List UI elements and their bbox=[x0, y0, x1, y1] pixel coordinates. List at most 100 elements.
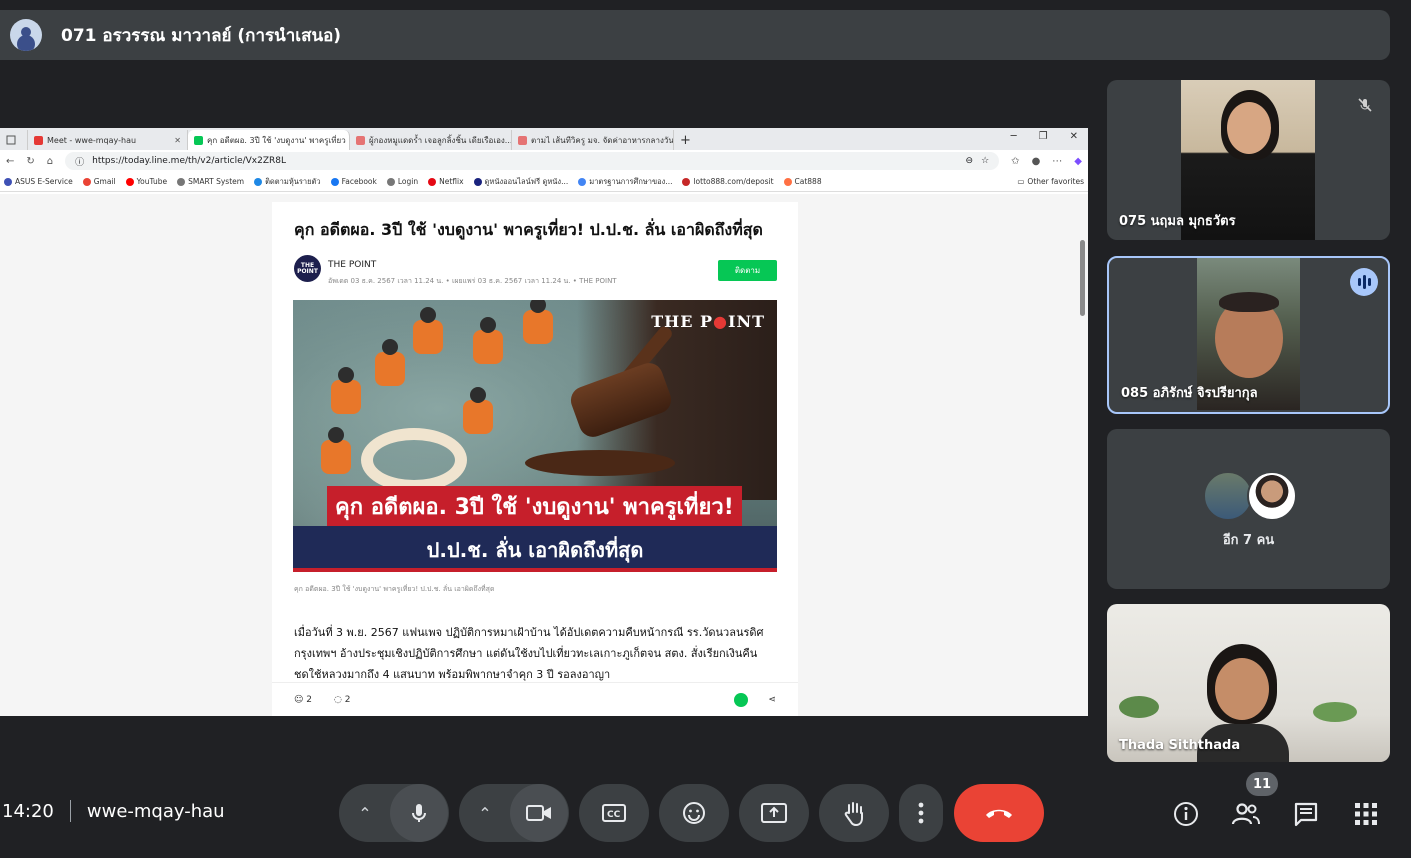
camera-button[interactable] bbox=[510, 784, 568, 842]
image-brand-logo: THE P●INT bbox=[651, 312, 765, 331]
folder-icon: ▭ bbox=[1017, 177, 1025, 186]
new-tab-button[interactable]: + bbox=[674, 130, 704, 150]
tab-article[interactable]: คุก อดีตผอ. 3ปี ใช้ 'งบดูงาน' พาครูเที่ย… bbox=[188, 130, 350, 150]
image-caption: คุก อดีตผอ. 3ปี ใช้ 'งบดูงาน' พาครูเที่ย… bbox=[294, 585, 495, 593]
other-favorites[interactable]: ▭ Other favorites bbox=[1017, 177, 1084, 186]
reaction-button[interactable]: ☺ 2 bbox=[294, 695, 312, 705]
source-name[interactable]: THE POINT bbox=[328, 260, 376, 270]
bookmark-icon bbox=[473, 177, 482, 186]
people-button[interactable] bbox=[1228, 796, 1264, 832]
activities-icon bbox=[1355, 803, 1377, 825]
article-meta: อัพเดต 03 ธ.ค. 2567 เวลา 11.24 น. • เผยแ… bbox=[328, 277, 617, 285]
microphone-button[interactable] bbox=[390, 784, 448, 842]
reload-icon[interactable]: ↻ bbox=[26, 156, 34, 167]
tab-label: ผู้กองหมูแดดร้ำ เจอลูกลิ้งชิ้น เดียเรือเ… bbox=[369, 135, 512, 145]
bookmark-item[interactable]: ASUS E-Service bbox=[4, 177, 73, 186]
meeting-info: 14:20 wwe-mqay-hau bbox=[2, 800, 225, 822]
web-page: คุก อดีตผอ. 3ปี ใช้ 'งบดูงาน' พาครูเที่ย… bbox=[0, 194, 1088, 716]
bookmark-item[interactable]: ติดตามหุ้นรายตัว bbox=[254, 176, 321, 188]
line-share-icon[interactable] bbox=[734, 692, 749, 707]
tab-news-2[interactable]: ผู้กองหมูแดดร้ำ เจอลูกลิ้งชิ้น เดียเรือเ… bbox=[350, 130, 512, 150]
more-participants-tile[interactable]: อีก 7 คน bbox=[1107, 429, 1390, 589]
present-screen-button[interactable] bbox=[739, 784, 809, 842]
bookmark-icon bbox=[682, 177, 691, 186]
activities-button[interactable] bbox=[1348, 796, 1384, 832]
tab-meet[interactable]: Meet - wwe-mqay-hau ✕ bbox=[28, 130, 188, 150]
comment-button[interactable]: ◌ 2 bbox=[334, 695, 350, 705]
bookmark-item[interactable]: Cat888 bbox=[783, 177, 822, 186]
mic-options-chevron-icon[interactable]: ⌃ bbox=[340, 784, 390, 842]
bookmark-icon bbox=[783, 177, 792, 186]
bookmark-icon bbox=[177, 177, 186, 186]
camera-options-chevron-icon[interactable]: ⌃ bbox=[460, 784, 510, 842]
more-options-button[interactable] bbox=[899, 784, 943, 842]
bookmark-item[interactable]: lotto888.com/deposit bbox=[682, 177, 774, 186]
article-footer: ☺ 2 ◌ 2 ⋖ bbox=[272, 682, 798, 716]
chat-button[interactable] bbox=[1288, 796, 1324, 832]
image-caption-2: ป.ป.ช. ลั่น เอาผิดถึงที่สุด bbox=[426, 538, 644, 562]
close-icon[interactable]: ✕ bbox=[174, 136, 181, 145]
camera-icon bbox=[526, 805, 551, 821]
svg-text:CC: CC bbox=[607, 810, 621, 820]
raise-hand-button[interactable] bbox=[819, 784, 889, 842]
end-call-button[interactable] bbox=[954, 784, 1044, 842]
star-icon[interactable]: ☆ bbox=[981, 156, 989, 166]
article-hero-image: THE P●INT คุก อดีตผอ. 3ปี ใช้ 'งบดูงาน' … bbox=[293, 300, 777, 572]
address-bar-row: ← ↻ ⌂ ⓘ https://today.line.me/th/v2/arti… bbox=[0, 150, 1088, 172]
back-icon[interactable]: ← bbox=[6, 156, 14, 167]
meeting-code: wwe-mqay-hau bbox=[86, 800, 225, 822]
favorites-icon[interactable]: ✩ bbox=[1011, 156, 1019, 167]
bookmark-item[interactable]: มาตรฐานการศึกษาของ... bbox=[578, 176, 672, 188]
bookmark-item[interactable]: YouTube bbox=[125, 177, 167, 186]
home-icon[interactable]: ⌂ bbox=[47, 156, 53, 167]
participant-tile-speaking[interactable]: 085 อภิรักษ์ จิรปรียากุล bbox=[1107, 256, 1390, 414]
tab-actions-icon[interactable] bbox=[0, 130, 28, 150]
menu-dots-icon[interactable]: ⋯ bbox=[1052, 156, 1062, 167]
bookmarks-bar: ASUS E-Service Gmail YouTube SMART Syste… bbox=[0, 172, 1088, 192]
info-icon bbox=[1174, 802, 1198, 826]
bookmark-item[interactable]: Facebook bbox=[330, 177, 377, 186]
mic-control: ⌃ bbox=[339, 784, 449, 842]
meeting-details-button[interactable] bbox=[1168, 796, 1204, 832]
scrollbar-thumb[interactable] bbox=[1080, 240, 1085, 316]
maximize-icon[interactable]: ❐ bbox=[1039, 131, 1048, 142]
tab-label: คุก อดีตผอ. 3ปี ใช้ 'งบดูงาน' พาครูเที่ย… bbox=[207, 135, 346, 145]
raise-hand-icon bbox=[844, 802, 863, 826]
source-logo: THE POINT bbox=[294, 255, 321, 282]
participant-tile[interactable]: 075 นฤมล มุกธวัตร bbox=[1107, 80, 1390, 240]
presenter-banner: 071 อรวรรณ มาวาลย์ (การนำเสนอ) bbox=[0, 10, 1390, 60]
bookmark-item[interactable]: Gmail bbox=[82, 177, 116, 186]
close-window-icon[interactable]: ✕ bbox=[1070, 131, 1078, 142]
end-call-icon bbox=[986, 809, 1012, 818]
more-participants-label: อีก 7 คน bbox=[1222, 533, 1275, 548]
reader-icon[interactable]: ⊖ bbox=[966, 156, 974, 166]
captions-button[interactable]: CC bbox=[579, 784, 649, 842]
bookmark-icon bbox=[330, 177, 339, 186]
speaking-indicator-icon bbox=[1350, 268, 1378, 296]
url-field[interactable]: ⓘ https://today.line.me/th/v2/article/Vx… bbox=[65, 152, 1000, 170]
bookmark-item[interactable]: SMART System bbox=[177, 177, 244, 186]
profile-icon[interactable]: ● bbox=[1032, 156, 1041, 167]
people-icon bbox=[1231, 803, 1260, 825]
share-icon[interactable]: ⋖ bbox=[768, 695, 776, 705]
minimize-icon[interactable]: ─ bbox=[1011, 131, 1017, 142]
more-options-icon bbox=[918, 802, 924, 824]
comment-icon: ◌ bbox=[334, 694, 342, 705]
copilot-icon[interactable]: ◆ bbox=[1074, 156, 1082, 167]
participant-tile[interactable]: Thada Siththada bbox=[1107, 604, 1390, 762]
tab-label: Meet - wwe-mqay-hau bbox=[47, 135, 137, 145]
avatar bbox=[1247, 471, 1297, 521]
site-info-icon[interactable]: ⓘ bbox=[75, 155, 84, 168]
follow-button[interactable]: ติดตาม bbox=[718, 260, 777, 281]
article-title: คุก อดีตผอ. 3ปี ใช้ 'งบดูงาน' พาครูเที่ย… bbox=[294, 220, 763, 239]
bookmark-item[interactable]: Netflix bbox=[428, 177, 464, 186]
microphone-icon bbox=[412, 804, 426, 822]
news-tab-icon bbox=[518, 135, 527, 145]
bookmark-item[interactable]: ดูหนังออนไลน์ฟรี ดูหนัง... bbox=[473, 176, 568, 188]
participant-name: 085 อภิรักษ์ จิรปรียากุล bbox=[1121, 386, 1258, 401]
page-scrollbar[interactable] bbox=[1080, 202, 1086, 702]
present-screen-icon bbox=[761, 803, 787, 823]
tab-news-3[interactable]: ตามไ เส้นทีวิครู มจ. จัดค่าอาหารกลางวัน … bbox=[512, 130, 674, 150]
bookmark-item[interactable]: Login bbox=[386, 177, 418, 186]
emoji-button[interactable] bbox=[659, 784, 729, 842]
